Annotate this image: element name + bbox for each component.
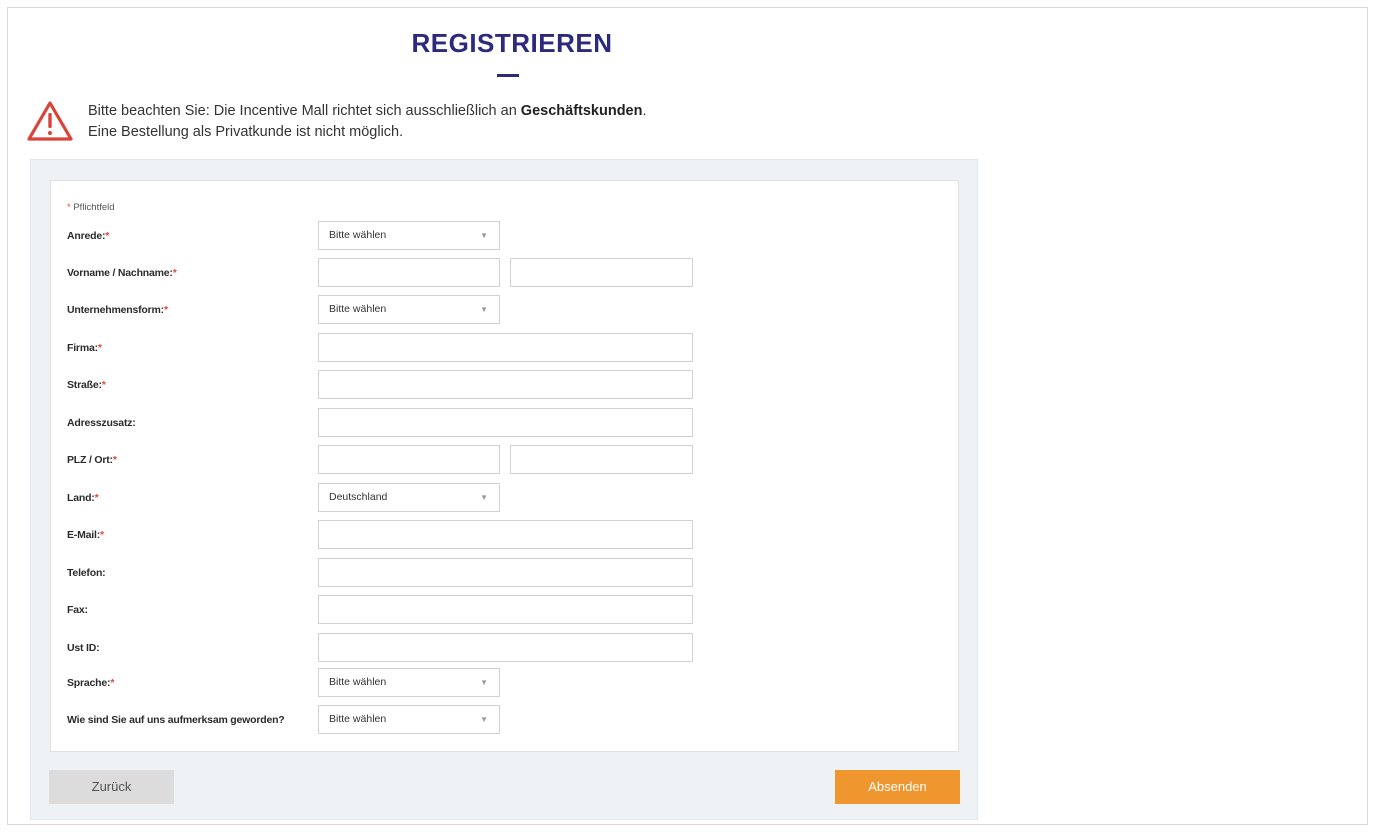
quelle-select-value: Bitte wählen (329, 713, 387, 725)
notice-text: Bitte beachten Sie: Die Incentive Mall r… (88, 101, 647, 143)
label-adresszusatz: Adresszusatz: (67, 417, 136, 429)
email-input[interactable] (318, 520, 693, 549)
anrede-select-value: Bitte wählen (329, 229, 387, 241)
unternehmensform-select[interactable]: Bitte wählen ▼ (318, 295, 500, 324)
row-land: Land:* Deutschland ▼ (51, 483, 958, 513)
label-strasse: Straße:* (67, 379, 106, 391)
label-land: Land:* (67, 492, 99, 504)
quelle-select[interactable]: Bitte wählen ▼ (318, 705, 500, 734)
row-plz-ort: PLZ / Ort:* (51, 445, 958, 475)
title-underline (497, 74, 519, 77)
sprache-select-value: Bitte wählen (329, 676, 387, 688)
label-fax: Fax: (67, 604, 88, 616)
strasse-input[interactable] (318, 370, 693, 399)
back-button[interactable]: Zurück (49, 770, 174, 804)
label-anrede: Anrede:* (67, 230, 110, 242)
row-unternehmensform: Unternehmensform:* Bitte wählen ▼ (51, 295, 958, 325)
required-marker: * (67, 202, 71, 213)
anrede-select[interactable]: Bitte wählen ▼ (318, 221, 500, 250)
label-unternehmensform: Unternehmensform:* (67, 304, 168, 316)
chevron-down-icon: ▼ (480, 305, 488, 314)
business-customer-notice: Bitte beachten Sie: Die Incentive Mall r… (22, 98, 922, 148)
label-email: E-Mail:* (67, 529, 104, 541)
submit-button[interactable]: Absenden (835, 770, 960, 804)
row-sprache: Sprache:* Bitte wählen ▼ (51, 668, 958, 698)
notice-line-1-bold: Geschäftskunden (520, 103, 643, 119)
row-anrede: Anrede:* Bitte wählen ▼ (51, 221, 958, 251)
row-adresszusatz: Adresszusatz: (51, 408, 958, 438)
row-strasse: Straße:* (51, 370, 958, 400)
row-telefon: Telefon: (51, 558, 958, 588)
label-telefon: Telefon: (67, 567, 106, 579)
first-name-input[interactable] (318, 258, 500, 287)
chevron-down-icon: ▼ (480, 231, 488, 240)
registration-form-panel: * Pflichtfeld Anrede:* Bitte wählen ▼ Vo… (30, 159, 978, 820)
required-note-text: Pflichtfeld (73, 202, 115, 213)
unternehmensform-select-value: Bitte wählen (329, 303, 387, 315)
plz-input[interactable] (318, 445, 500, 474)
chevron-down-icon: ▼ (480, 678, 488, 687)
adresszusatz-input[interactable] (318, 408, 693, 437)
registration-form: * Pflichtfeld Anrede:* Bitte wählen ▼ Vo… (50, 180, 959, 752)
label-ust-id: Ust ID: (67, 642, 100, 654)
chevron-down-icon: ▼ (480, 493, 488, 502)
label-name: Vorname / Nachname:* (67, 267, 177, 279)
sprache-select[interactable]: Bitte wählen ▼ (318, 668, 500, 697)
page-title: REGISTRIEREN (411, 28, 613, 58)
fax-input[interactable] (318, 595, 693, 624)
notice-line-1-suffix: . (642, 103, 647, 119)
row-quelle: Wie sind Sie auf uns aufmerksam geworden… (51, 705, 958, 735)
firma-input[interactable] (318, 333, 693, 362)
land-select[interactable]: Deutschland ▼ (318, 483, 500, 512)
notice-line-2: Eine Bestellung als Privatkunde ist nich… (88, 124, 404, 140)
telefon-input[interactable] (318, 558, 693, 587)
notice-line-1-prefix: Bitte beachten Sie: Die Incentive Mall r… (88, 103, 521, 119)
required-note: * Pflichtfeld (67, 202, 115, 213)
row-fax: Fax: (51, 595, 958, 625)
notice-line-1: Bitte beachten Sie: Die Incentive Mall r… (88, 101, 647, 122)
label-sprache: Sprache:* (67, 677, 115, 689)
land-select-value: Deutschland (329, 491, 388, 503)
label-plz-ort: PLZ / Ort:* (67, 454, 117, 466)
label-firma: Firma:* (67, 342, 102, 354)
row-ust-id: Ust ID: (51, 633, 958, 663)
label-quelle: Wie sind Sie auf uns aufmerksam geworden… (67, 714, 285, 726)
row-name: Vorname / Nachname:* (51, 258, 958, 288)
last-name-input[interactable] (510, 258, 693, 287)
ort-input[interactable] (510, 445, 693, 474)
row-email: E-Mail:* (51, 520, 958, 550)
row-firma: Firma:* (51, 333, 958, 363)
ust-id-input[interactable] (318, 633, 693, 662)
warning-triangle-icon (27, 101, 73, 141)
chevron-down-icon: ▼ (480, 715, 488, 724)
